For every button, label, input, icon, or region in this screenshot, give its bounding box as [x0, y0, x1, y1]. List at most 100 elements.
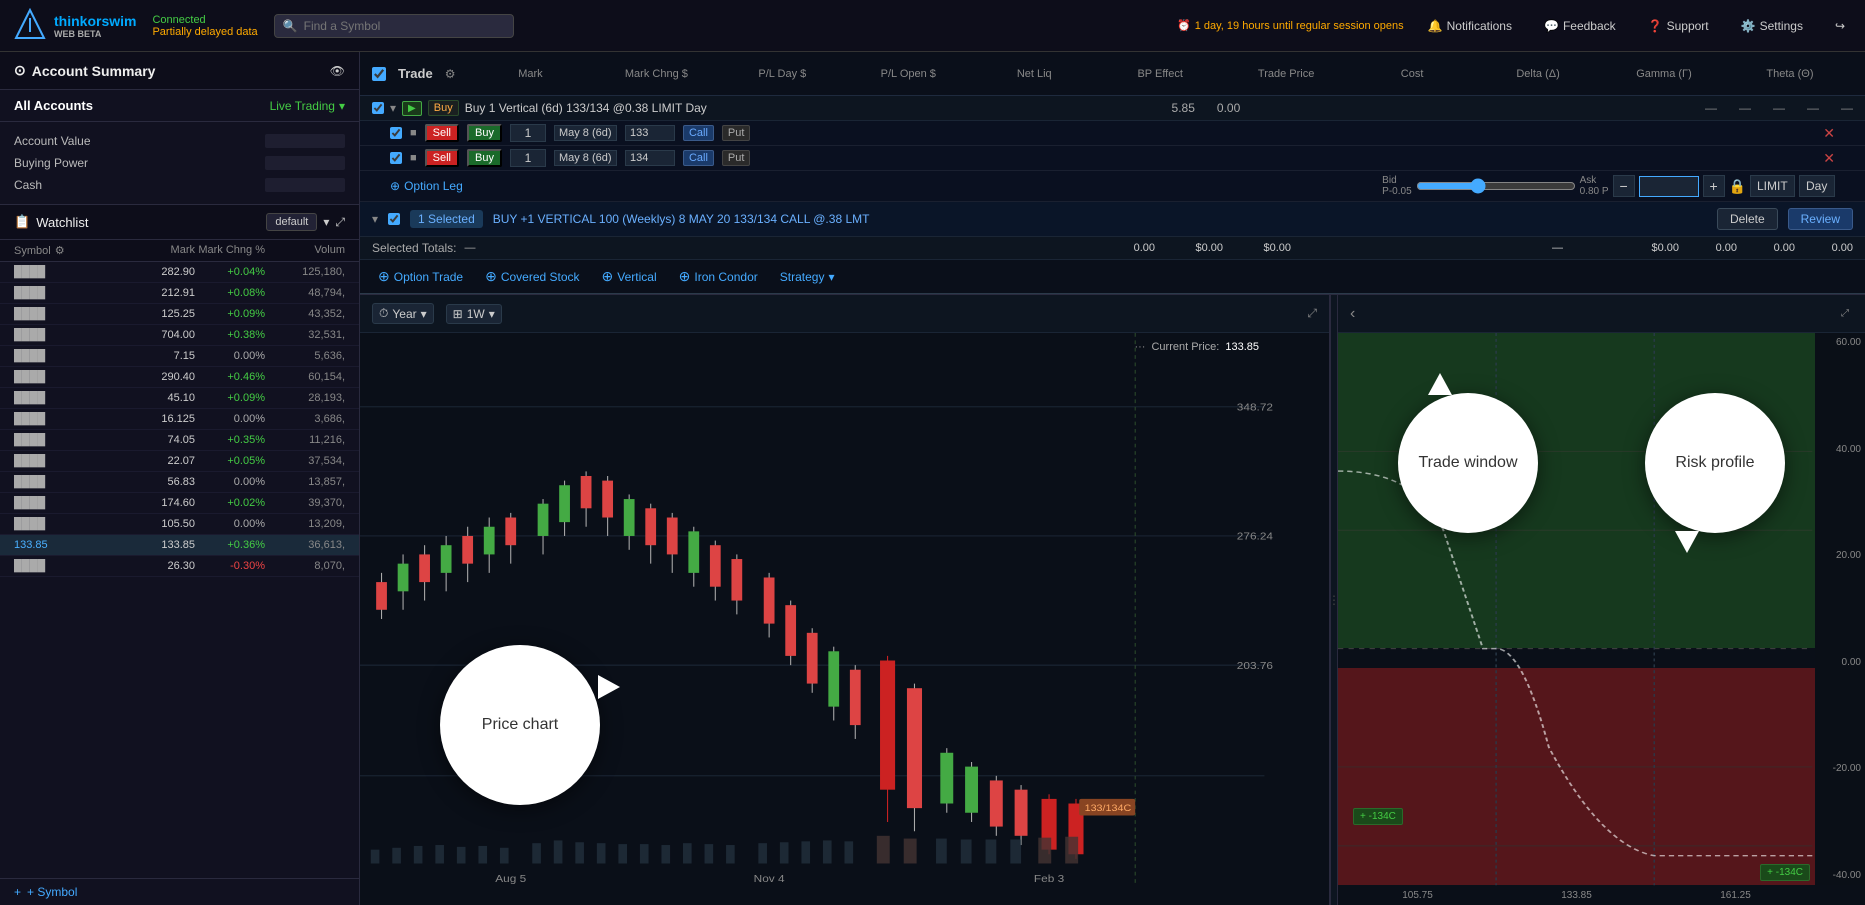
- row-chng: +0.05%: [195, 455, 265, 467]
- svg-text:Aug 5: Aug 5: [495, 874, 526, 885]
- watchlist-row[interactable]: ████ 26.30 -0.30% 8,070,: [0, 556, 359, 577]
- expand-icon[interactable]: ▾: [390, 101, 396, 115]
- feedback-icon: 💬: [1544, 19, 1559, 33]
- tif-select[interactable]: Day: [1799, 175, 1835, 197]
- price-input[interactable]: 0.38: [1639, 176, 1699, 197]
- interval-control[interactable]: ⊞ 1W ▾: [446, 304, 502, 324]
- leg2-buy-btn[interactable]: Buy: [467, 149, 502, 167]
- add-symbol-row[interactable]: + + Symbol: [0, 878, 359, 905]
- default-btn[interactable]: default: [266, 213, 317, 231]
- order-type-select[interactable]: LIMIT: [1750, 175, 1795, 197]
- watchlist-row[interactable]: ████ 7.15 0.00% 5,636,: [0, 346, 359, 367]
- leg2-call-btn[interactable]: Call: [683, 150, 714, 166]
- row-vol: 43,352,: [265, 308, 345, 320]
- watchlist-row[interactable]: ████ 45.10 +0.09% 28,193,: [0, 388, 359, 409]
- row-vol: 13,209,: [265, 518, 345, 530]
- x-label-105: 105.75: [1402, 890, 1433, 901]
- search-icon: 🔍: [283, 19, 298, 33]
- row-mark: 290.40: [125, 371, 195, 383]
- leg1-buy-btn[interactable]: Buy: [467, 124, 502, 142]
- collapse-btn[interactable]: ‹: [1350, 305, 1355, 323]
- watchlist-row[interactable]: ████ 56.83 0.00% 13,857,: [0, 472, 359, 493]
- notifications-btn[interactable]: 🔔 Notifications: [1420, 15, 1520, 37]
- expand-right-icon[interactable]: ⤢: [1841, 308, 1849, 319]
- leg1-sell-btn[interactable]: Sell: [425, 124, 459, 142]
- price-plus-btn[interactable]: +: [1703, 175, 1725, 197]
- leg1-call-btn[interactable]: Call: [683, 125, 714, 141]
- trade-columns: Mark Mark Chng $ P/L Day $ P/L Open $ Ne…: [467, 68, 1853, 80]
- leg-row-1: ■ Sell Buy May 8 (6d) 133 Call Put ✕: [360, 121, 1865, 146]
- chart-expand-btn[interactable]: ⤢: [1307, 306, 1317, 321]
- option-trade-btn[interactable]: ⊕ Option Trade: [372, 266, 469, 287]
- logout-btn[interactable]: ↪: [1827, 15, 1853, 37]
- chevron-down-icon[interactable]: ▾: [323, 215, 329, 229]
- col-theta: Theta (Θ): [1727, 68, 1853, 80]
- watchlist-row[interactable]: ████ 16.125 0.00% 3,686,: [0, 409, 359, 430]
- covered-stock-btn[interactable]: ⊕ Covered Stock: [479, 266, 585, 287]
- price-slider[interactable]: [1416, 178, 1576, 194]
- order-type-badge: ▶: [402, 101, 422, 116]
- leg1-expiry[interactable]: May 8 (6d): [554, 125, 617, 141]
- add-leg-btn[interactable]: ⊕ Option Leg: [390, 179, 463, 193]
- watchlist-row[interactable]: ████ 74.05 +0.35% 11,216,: [0, 430, 359, 451]
- watchlist-row[interactable]: ████ 22.07 +0.05% 37,534,: [0, 451, 359, 472]
- order-checkbox[interactable]: [372, 102, 384, 114]
- watchlist-row[interactable]: ████ 105.50 0.00% 13,209,: [0, 514, 359, 535]
- leg2-close-btn[interactable]: ✕: [1823, 150, 1835, 167]
- price-minus-btn[interactable]: −: [1613, 175, 1635, 197]
- support-btn[interactable]: ❓ Support: [1640, 15, 1717, 37]
- delete-btn[interactable]: Delete: [1717, 208, 1778, 230]
- trade-checkbox[interactable]: [372, 67, 386, 81]
- selected-checkbox[interactable]: [388, 213, 400, 225]
- watchlist-row[interactable]: 133.85 133.85 +0.36% 36,613,: [0, 535, 359, 556]
- col-cost: Cost: [1349, 68, 1475, 80]
- vertical-btn[interactable]: ⊕ Vertical: [596, 266, 663, 287]
- trade-gear-icon[interactable]: ⚙: [445, 67, 456, 81]
- current-price-label: ··· Current Price: 133.85: [1134, 341, 1259, 353]
- col-mark-chng: Mark Chng $: [593, 68, 719, 80]
- leg2-sell-btn[interactable]: Sell: [425, 149, 459, 167]
- chart-toolbar: ⏱ Year ▾ ⊞ 1W ▾ ⤢: [360, 295, 1329, 333]
- buying-power-value: [265, 156, 345, 170]
- expand-icon[interactable]: ⤢: [335, 215, 345, 230]
- period-control[interactable]: ⏱ Year ▾: [372, 303, 434, 324]
- row-symbol: ████: [14, 287, 125, 299]
- leg1-close-btn[interactable]: ✕: [1823, 125, 1835, 142]
- trade-panel-header: Trade ⚙ Mark Mark Chng $ P/L Day $ P/L O…: [360, 52, 1865, 96]
- watchlist-row[interactable]: ████ 704.00 +0.38% 32,531,: [0, 325, 359, 346]
- eye-icon[interactable]: 👁: [330, 64, 345, 78]
- gear-icon[interactable]: ⚙: [55, 244, 65, 257]
- live-trading-badge[interactable]: Live Trading ▾: [270, 99, 345, 113]
- leg1-put-btn[interactable]: Put: [722, 125, 751, 141]
- watchlist-row[interactable]: ████ 174.60 +0.02% 39,370,: [0, 493, 359, 514]
- leg1-qty[interactable]: [510, 124, 546, 142]
- watchlist-row[interactable]: ████ 125.25 +0.09% 43,352,: [0, 304, 359, 325]
- watchlist-row[interactable]: ████ 290.40 +0.46% 60,154,: [0, 367, 359, 388]
- lock-icon[interactable]: 🔒: [1729, 178, 1746, 195]
- leg2-qty[interactable]: [510, 149, 546, 167]
- leg2-expiry[interactable]: May 8 (6d): [554, 150, 617, 166]
- col-net-liq: Net Liq: [971, 68, 1097, 80]
- leg1-checkbox[interactable]: [390, 127, 402, 139]
- iron-condor-btn[interactable]: ⊕ Iron Condor: [673, 266, 764, 287]
- watchlist-row[interactable]: ████ 212.91 +0.08% 48,794,: [0, 283, 359, 304]
- logo: thinkorswim WEB BETA: [12, 8, 136, 44]
- selected-expand-icon[interactable]: ▾: [372, 212, 378, 226]
- leg1-strike[interactable]: 133: [625, 125, 675, 141]
- chart-divider[interactable]: ⋮: [1330, 295, 1338, 905]
- order-price: 5.85: [1172, 101, 1195, 115]
- watchlist-row[interactable]: ████ 282.90 +0.04% 125,180,: [0, 262, 359, 283]
- settings-btn[interactable]: ⚙️ Settings: [1733, 15, 1811, 37]
- row-symbol: ████: [14, 476, 125, 488]
- leg2-checkbox[interactable]: [390, 152, 402, 164]
- strategy-dropdown-btn[interactable]: Strategy ▾: [774, 268, 841, 286]
- row-chng: +0.46%: [195, 371, 265, 383]
- feedback-btn[interactable]: 💬 Feedback: [1536, 15, 1624, 37]
- leg2-strike[interactable]: 134: [625, 150, 675, 166]
- search-input[interactable]: [304, 19, 505, 33]
- all-accounts-label: All Accounts: [14, 98, 93, 113]
- review-btn[interactable]: Review: [1788, 208, 1853, 230]
- search-bar[interactable]: 🔍: [274, 14, 514, 38]
- row-symbol: ████: [14, 434, 125, 446]
- leg2-put-btn[interactable]: Put: [722, 150, 751, 166]
